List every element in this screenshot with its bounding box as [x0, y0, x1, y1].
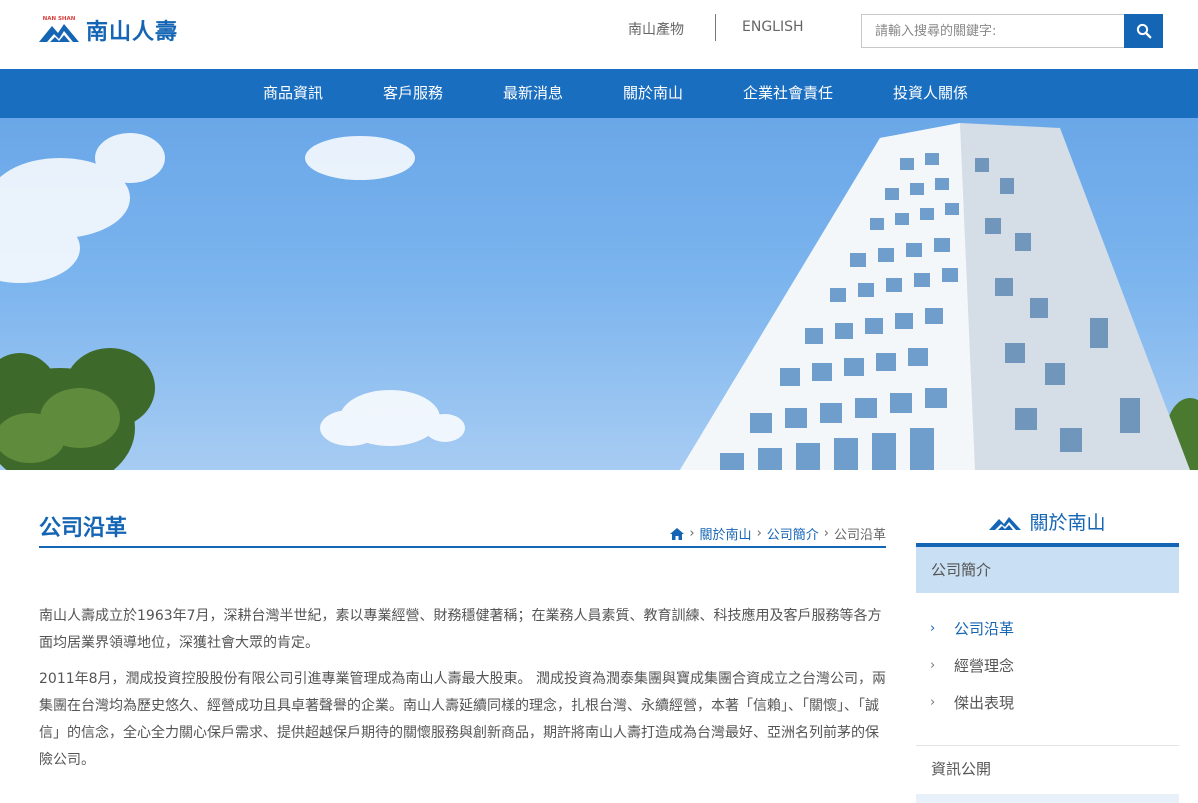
chevron-right-icon: › [930, 695, 936, 710]
sidebar-section-disclosure[interactable]: 資訊公開 [916, 746, 1179, 792]
history-paragraph-1: 南山人壽成立於1963年7月，深耕台灣半世紀，素以專業經營、財務穩健著稱；在業務… [39, 608, 882, 651]
home-icon[interactable] [670, 527, 685, 540]
building-banner-image [0, 123, 1198, 470]
nav-item-news[interactable]: 最新消息 [503, 69, 563, 118]
breadcrumb-profile[interactable]: 公司簡介 [767, 524, 819, 543]
site-header: NAN SHAN 南山人壽 南山產物 ENGLISH [0, 0, 1198, 69]
chevron-right-icon: › [930, 621, 936, 636]
nav-item-investor-relations[interactable]: 投資人關係 [893, 69, 968, 118]
sidebar-item-label: 經營理念 [954, 657, 1015, 675]
breadcrumb-separator: › [689, 526, 695, 541]
title-underline [39, 546, 886, 548]
sidebar-item-history[interactable]: › 公司沿革 [930, 618, 1170, 639]
chevron-right-icon: › [930, 658, 936, 673]
page-title: 公司沿革 [39, 516, 128, 541]
hero-banner [0, 118, 1198, 470]
sidebar-header: 關於南山 [916, 508, 1179, 535]
search-icon [1136, 23, 1151, 39]
sidebar-section-company-profile[interactable]: 公司簡介 [916, 547, 1179, 593]
breadcrumb: › 關於南山 › 公司簡介 › 公司沿革 [670, 524, 886, 543]
search-box [861, 14, 1163, 48]
history-paragraph-2: 2011年8月，潤成投資控股股份有限公司引進專業管理成為南山人壽最大股東。 潤成… [39, 671, 886, 768]
sidebar-item-label: 傑出表現 [954, 694, 1015, 712]
mountain-icon [989, 516, 1022, 530]
sidebar: 關於南山 公司簡介 › 公司沿革 › 經營理念 › 傑出表現 資訊公開 [916, 470, 1179, 803]
nav-item-csr[interactable]: 企業社會責任 [743, 69, 833, 118]
nav-item-customer-service[interactable]: 客戶服務 [383, 69, 443, 118]
nav-item-about[interactable]: 關於南山 [623, 69, 683, 118]
sidebar-item-philosophy[interactable]: › 經營理念 [930, 655, 1170, 676]
nan-shan-property-link[interactable]: 南山產物 [628, 19, 684, 39]
english-link[interactable]: ENGLISH [742, 19, 804, 35]
logo[interactable]: NAN SHAN 南山人壽 [38, 14, 178, 46]
sidebar-bottom-strip [916, 794, 1179, 803]
sidebar-item-achievements[interactable]: › 傑出表現 [930, 692, 1170, 713]
main-content: 公司沿革 › 關於南山 › 公司簡介 › 公司沿革 南山人壽成立於1963年7月… [39, 470, 886, 803]
breadcrumb-about[interactable]: 關於南山 [700, 524, 752, 543]
mountain-logo-icon: NAN SHAN [38, 14, 80, 46]
search-button[interactable] [1124, 14, 1163, 48]
logo-mark-text: NAN SHAN [43, 16, 76, 22]
breadcrumb-current: 公司沿革 [833, 528, 886, 543]
breadcrumb-separator: › [823, 526, 829, 541]
top-link-divider [715, 14, 716, 41]
sidebar-title: 關於南山 [1029, 512, 1106, 534]
sidebar-item-label: 公司沿革 [954, 620, 1015, 638]
logo-text: 南山人壽 [86, 20, 179, 45]
search-input[interactable] [861, 14, 1124, 48]
breadcrumb-separator: › [756, 526, 762, 541]
main-nav: 商品資訊 客戶服務 最新消息 關於南山 企業社會責任 投資人關係 [0, 69, 1198, 118]
nav-item-products[interactable]: 商品資訊 [263, 69, 323, 118]
